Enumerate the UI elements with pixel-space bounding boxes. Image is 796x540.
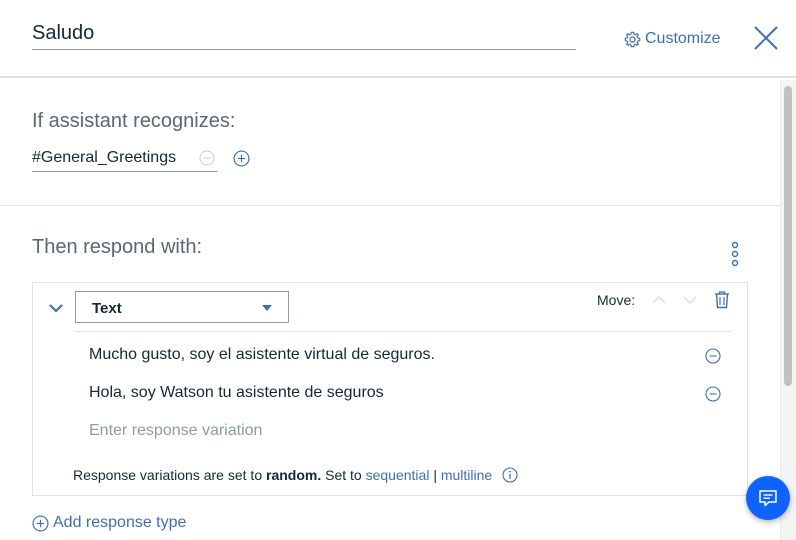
move-down-icon[interactable] xyxy=(682,293,698,307)
response-variation-2[interactable]: Hola, soy Watson tu asistente de seguros xyxy=(89,384,384,402)
close-icon[interactable] xyxy=(752,24,780,52)
responses-title: Then respond with: xyxy=(32,236,203,258)
chevron-down-icon[interactable] xyxy=(47,299,65,317)
conditions-section: If assistant recognizes: #General_Greeti… xyxy=(0,80,780,206)
add-condition-icon[interactable] xyxy=(233,150,250,167)
variation-mode-prefix: Response variations are set to xyxy=(73,467,263,483)
trash-icon[interactable] xyxy=(713,290,731,309)
overflow-menu-icon[interactable] xyxy=(726,240,744,268)
remove-condition-icon[interactable] xyxy=(199,150,215,166)
responses-section: Then respond with: Text Move: Mucho gust… xyxy=(0,206,780,540)
customize-label: Customize xyxy=(645,30,721,47)
move-up-icon[interactable] xyxy=(651,293,667,307)
remove-variation-icon[interactable] xyxy=(705,386,721,402)
remove-variation-icon[interactable] xyxy=(705,348,721,364)
info-icon[interactable] xyxy=(502,467,518,483)
chat-icon xyxy=(759,490,777,507)
multiline-link[interactable]: multiline xyxy=(441,467,492,483)
response-divider xyxy=(75,331,731,332)
mode-separator: | xyxy=(433,467,437,483)
response-variation-1[interactable]: Mucho gusto, soy el asistente virtual de… xyxy=(89,346,435,364)
customize-button[interactable]: Customize xyxy=(624,28,721,50)
scrollbar-thumb[interactable] xyxy=(784,86,792,386)
add-response-type-label: Add response type xyxy=(53,514,187,531)
response-card: Text Move: Mucho gusto, soy el asistente… xyxy=(32,282,748,496)
node-name-input[interactable]: Saludo xyxy=(32,20,576,50)
response-type-value: Text xyxy=(92,300,122,317)
new-variation-input[interactable]: Enter response variation xyxy=(89,422,262,440)
condition-intent-input[interactable]: #General_Greetings xyxy=(32,146,217,172)
move-label: Move: xyxy=(597,292,636,308)
node-header: Saludo Customize xyxy=(0,0,796,78)
sequential-link[interactable]: sequential xyxy=(366,467,430,483)
variation-mode-note: Response variations are set to random. S… xyxy=(73,467,518,483)
add-response-type-button[interactable]: Add response type xyxy=(32,514,186,532)
chat-button[interactable] xyxy=(746,476,790,520)
caret-down-icon xyxy=(262,305,272,311)
gear-icon xyxy=(624,31,641,47)
conditions-title: If assistant recognizes: xyxy=(32,110,236,132)
variation-mode-current: random. xyxy=(266,467,322,483)
response-type-select[interactable]: Text xyxy=(75,291,289,323)
variation-mode-setto: Set to xyxy=(325,467,362,483)
add-circle-icon xyxy=(32,514,49,532)
